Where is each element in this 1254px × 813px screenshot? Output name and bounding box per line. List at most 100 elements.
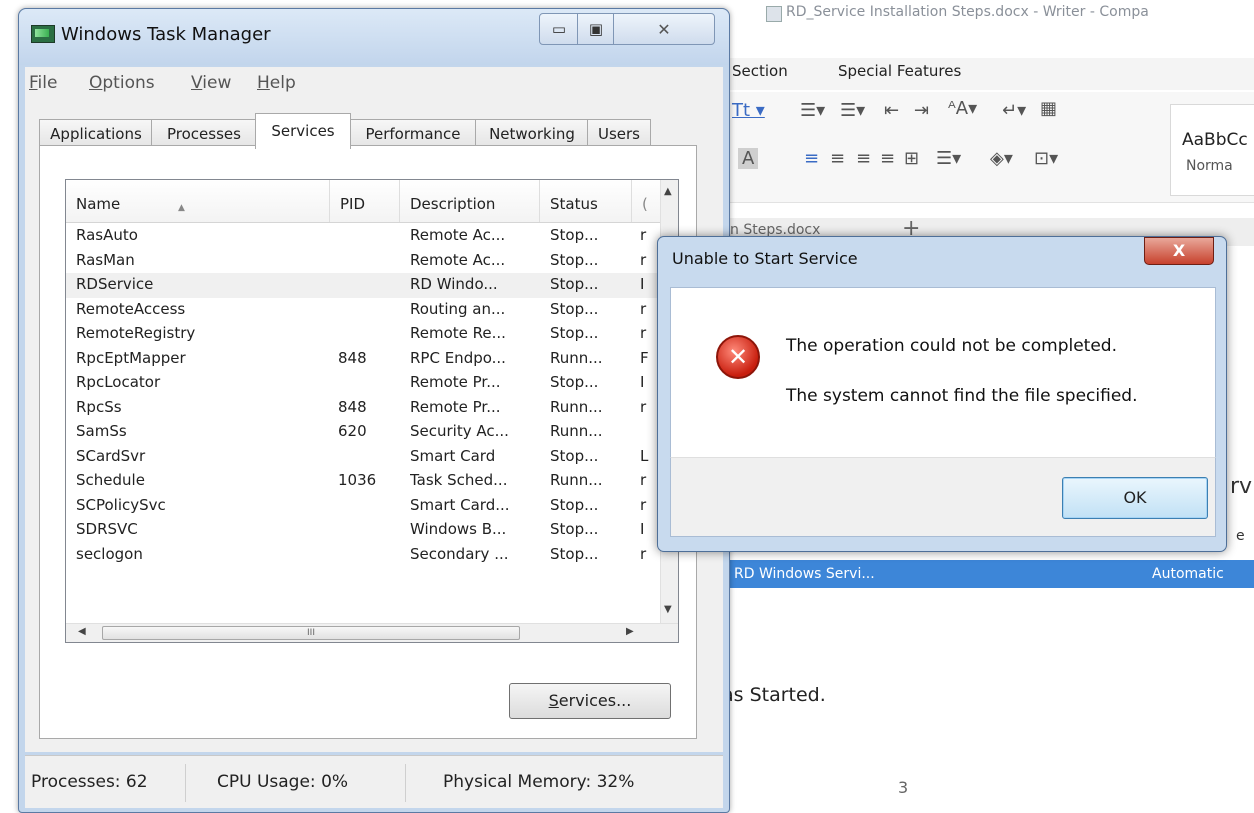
- status-memory: Physical Memory: 32%: [443, 772, 635, 792]
- cell-description: Remote Ac...: [410, 226, 506, 244]
- cell-group: F: [640, 348, 649, 367]
- cell-name: SDRSVC: [76, 520, 138, 538]
- table-row[interactable]: RpcSs 848 Remote Pr... Runn... r: [66, 396, 660, 421]
- menu-view[interactable]: View: [191, 73, 231, 93]
- writer-menu-section[interactable]: Section: [732, 62, 788, 80]
- menu-file[interactable]: File: [29, 73, 57, 93]
- column-header-status[interactable]: Status: [540, 180, 632, 222]
- scroll-right-icon[interactable]: ▶: [626, 626, 634, 637]
- column-header-group[interactable]: (: [632, 180, 660, 222]
- column-header-description[interactable]: Description: [400, 180, 540, 222]
- align-right-icon[interactable]: ≡: [856, 148, 871, 169]
- cell-name: RasMan: [76, 250, 135, 269]
- cell-status: Stop...: [550, 495, 599, 514]
- text-effects-icon[interactable]: Tt ▾: [732, 100, 765, 121]
- table-row[interactable]: seclogon Secondary ... Stop... r: [66, 543, 660, 568]
- close-icon: ✕: [657, 19, 671, 39]
- table-body: RasAuto Remote Ac... Stop... r RasMan Remote …: [66, 224, 660, 567]
- services-table: Name ▲ PID Description Status ( RasAuto Re…: [65, 179, 679, 643]
- cell-group: r: [640, 495, 647, 514]
- table-row[interactable]: Schedule 1036 Task Sched... Runn... r: [66, 469, 660, 494]
- style-gallery[interactable]: [1170, 104, 1254, 196]
- font-grow-icon[interactable]: ᴬA▾: [948, 98, 977, 119]
- cell-name: RasAuto: [76, 226, 138, 244]
- decrease-indent-icon[interactable]: ⇤: [884, 100, 899, 121]
- cell-group: L: [640, 446, 649, 465]
- close-button[interactable]: ✕: [613, 13, 715, 45]
- writer-title: RD_Service Installation Steps.docx - Wri…: [786, 4, 1149, 20]
- justify-icon[interactable]: ≡: [880, 148, 895, 169]
- numbered-list-icon[interactable]: ☰▾: [840, 100, 865, 121]
- scroll-left-icon[interactable]: ◀: [78, 626, 86, 637]
- column-header-pid[interactable]: PID: [330, 180, 400, 222]
- table-row[interactable]: RemoteAccess Routing an... Stop... r: [66, 298, 660, 323]
- cell-pid: 1036: [338, 471, 377, 489]
- table-row[interactable]: RemoteRegistry Remote Re... Stop... r: [66, 322, 660, 347]
- style-sample: AaBbCc: [1182, 130, 1248, 150]
- column-header-name[interactable]: Name ▲: [66, 180, 330, 222]
- minimize-button[interactable]: ▭: [539, 13, 579, 45]
- doc-screenshot-selected-row: RD Windows Servi... Automatic: [728, 560, 1254, 588]
- sort-ascending-icon: ▲: [178, 203, 185, 213]
- cell-description: RPC Endpo...: [410, 348, 506, 367]
- align-left-icon[interactable]: ≡: [804, 148, 819, 169]
- tab-services[interactable]: Services: [255, 113, 351, 149]
- cell-group: I: [640, 373, 645, 391]
- horizontal-scrollbar[interactable]: ◀ III ▶: [66, 623, 678, 642]
- table-row[interactable]: SCardSvr Smart Card Stop... L: [66, 445, 660, 470]
- status-processes: Processes: 62: [31, 772, 148, 792]
- borders-icon[interactable]: ⊡▾: [1034, 148, 1058, 169]
- menu-options[interactable]: Options: [89, 73, 155, 93]
- cell-name: SamSs: [76, 422, 127, 440]
- menu-help[interactable]: Help: [257, 73, 296, 93]
- shading-icon[interactable]: ◈▾: [990, 148, 1013, 169]
- writer-menu-special-features[interactable]: Special Features: [838, 62, 961, 80]
- table-row[interactable]: RpcEptMapper 848 RPC Endpo... Runn... F: [66, 347, 660, 372]
- dialog-title: Unable to Start Service: [672, 249, 858, 268]
- minimize-icon: ▭: [551, 20, 567, 38]
- table-row[interactable]: SCPolicySvc Smart Card... Stop... r: [66, 494, 660, 519]
- cell-status: Runn...: [550, 397, 603, 416]
- table-row[interactable]: RasMan Remote Ac... Stop... r: [66, 249, 660, 274]
- bullet-list-icon[interactable]: ☰▾: [800, 100, 825, 121]
- table-row[interactable]: SamSs 620 Security Ac... Runn...: [66, 420, 660, 445]
- tab-performance[interactable]: Performance: [349, 119, 477, 148]
- ok-button[interactable]: OK: [1062, 477, 1208, 519]
- table-icon[interactable]: ▦: [1040, 98, 1057, 119]
- highlight-icon[interactable]: A: [738, 148, 759, 169]
- cell-name: seclogon: [76, 544, 143, 563]
- tab-users[interactable]: Users: [587, 119, 651, 148]
- cell-description: Remote Pr...: [410, 373, 501, 391]
- table-row[interactable]: RpcLocator Remote Pr... Stop... I: [66, 371, 660, 396]
- tab-applications[interactable]: Applications: [39, 119, 153, 148]
- table-row[interactable]: RasAuto Remote Ac... Stop... r: [66, 224, 660, 249]
- horizontal-scroll-thumb[interactable]: III: [102, 626, 520, 640]
- scroll-up-icon[interactable]: ▲: [664, 186, 672, 197]
- cell-name: RDService: [76, 275, 154, 293]
- maximize-button[interactable]: ▣: [577, 13, 615, 45]
- cell-description: Secondary ...: [410, 544, 509, 563]
- services-button[interactable]: Services...: [509, 683, 671, 719]
- increase-indent-icon[interactable]: ⇥: [914, 100, 929, 121]
- cell-status: Stop...: [550, 226, 599, 244]
- scroll-down-icon[interactable]: ▼: [664, 604, 672, 615]
- error-icon: ✕: [716, 335, 760, 379]
- table-row[interactable]: RDService RD Windo... Stop... I: [66, 273, 660, 298]
- paragraph-mark-icon[interactable]: ↵▾: [1002, 100, 1026, 121]
- cell-status: Stop...: [550, 324, 599, 342]
- line-spacing-icon[interactable]: ☰▾: [936, 148, 961, 169]
- cell-description: Remote Re...: [410, 324, 506, 342]
- table-row[interactable]: SDRSVC Windows B... Stop... I: [66, 518, 660, 543]
- maximize-icon: ▣: [588, 20, 604, 38]
- align-center-icon[interactable]: ≡: [830, 148, 845, 169]
- distribute-icon[interactable]: ⊞: [904, 148, 919, 169]
- cell-status: Runn...: [550, 471, 603, 489]
- doc-row-name: RD Windows Servi...: [734, 566, 875, 582]
- cell-name: RpcEptMapper: [76, 348, 186, 367]
- tab-networking[interactable]: Networking: [475, 119, 589, 148]
- cell-status: Stop...: [550, 250, 599, 269]
- cell-name: RemoteRegistry: [76, 324, 196, 342]
- tab-processes[interactable]: Processes: [151, 119, 257, 148]
- status-separator: [405, 764, 406, 802]
- dialog-close-button[interactable]: X: [1144, 237, 1214, 265]
